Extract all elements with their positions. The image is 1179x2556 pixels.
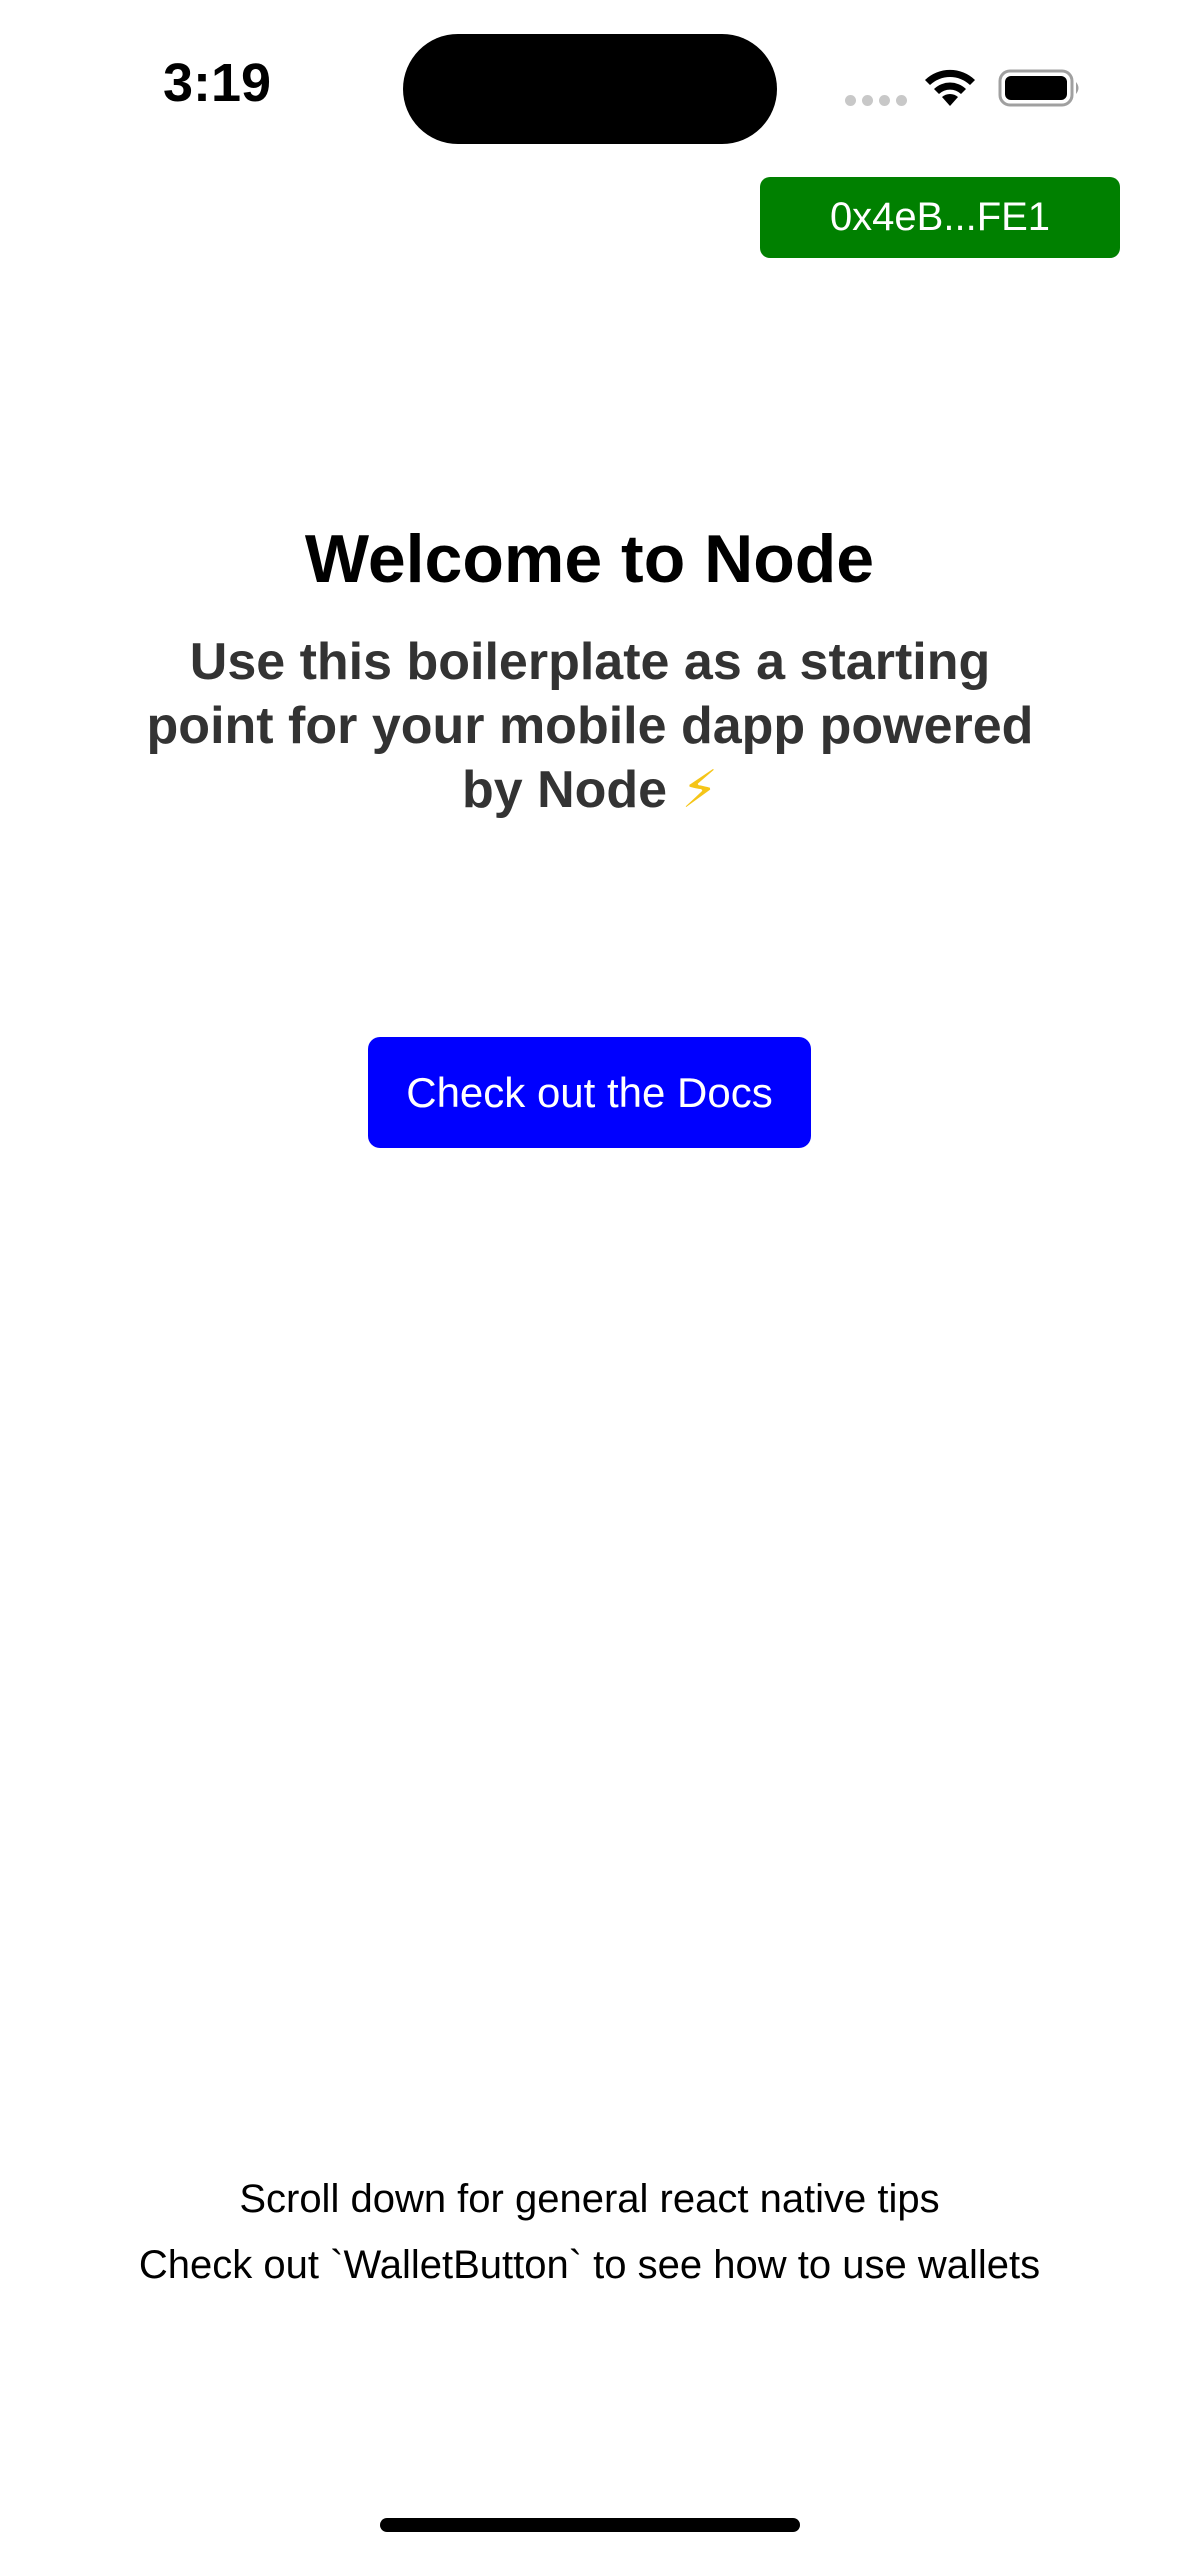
- subtitle-text: Use this boilerplate as a starting point…: [146, 633, 1034, 819]
- page-title: Welcome to Node: [304, 521, 875, 597]
- status-bar-time: 3:19: [163, 53, 272, 113]
- docs-button[interactable]: Check out the Docs: [368, 1037, 811, 1148]
- cellular-signal-icon: [845, 93, 907, 107]
- tip-wallet-button: Check out `WalletButton` to see how to u…: [138, 2243, 1041, 2287]
- battery-icon: [998, 69, 1079, 107]
- home-indicator[interactable]: [380, 2518, 800, 2532]
- page-subtitle: Use this boilerplate as a starting point…: [140, 630, 1040, 822]
- wifi-icon: [925, 69, 975, 106]
- tips-section: Scroll down for general react native tip…: [0, 2166, 1179, 2298]
- tip-react-native: Scroll down for general react native tip…: [239, 2177, 940, 2221]
- lightning-bolt-icon: ⚡: [681, 761, 719, 819]
- wallet-address-button[interactable]: 0x4eB...FE1: [760, 177, 1120, 258]
- dynamic-island: [403, 34, 777, 144]
